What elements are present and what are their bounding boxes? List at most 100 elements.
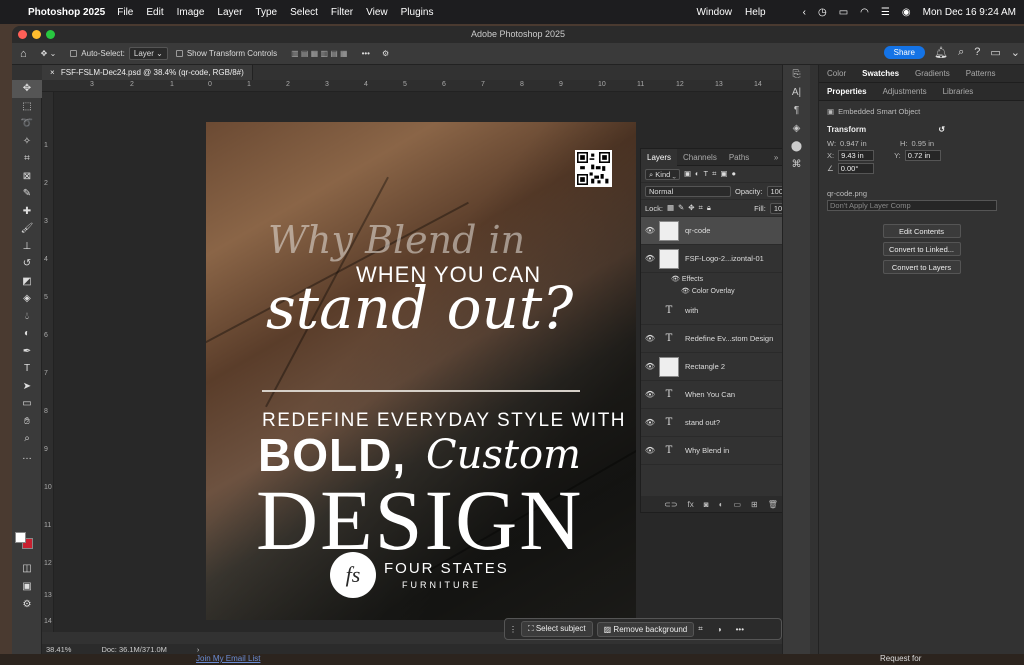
quick-mask-icon[interactable]: ◫	[12, 560, 42, 578]
paths-icon[interactable]: ⌘	[783, 155, 810, 173]
tab-gradients[interactable]: Gradients	[907, 69, 958, 78]
move-tool-icon[interactable]: ✥ ⌄	[41, 49, 57, 58]
gear-icon[interactable]: ⚙	[382, 49, 389, 58]
tab-adjustments[interactable]: Adjustments	[875, 87, 935, 96]
workspace-menu-icon[interactable]: ⌄	[1011, 46, 1020, 59]
height-value[interactable]: 0.95 in	[912, 139, 935, 148]
channels-icon[interactable]: ⬤	[783, 137, 810, 155]
menu-select[interactable]: Select	[290, 7, 318, 18]
history-icon[interactable]: ⎘	[783, 65, 810, 83]
horizontal-ruler[interactable]: 3 2 1 0 1 2 3 4 5 6 7 8 9 10 11 12 13 14	[42, 80, 782, 92]
layers-icon[interactable]: ◈	[783, 119, 810, 137]
paragraph-icon[interactable]: ¶	[783, 101, 810, 119]
email-list-link[interactable]: Join My Email List	[196, 654, 260, 663]
eraser-tool-icon[interactable]: ◩	[12, 273, 42, 291]
bell-icon[interactable]: 🔔︎	[934, 46, 948, 59]
layer-item-rectangle[interactable]: 👁︎ Rectangle 2	[641, 353, 801, 381]
menu-image[interactable]: Image	[177, 7, 205, 18]
convert-to-layers-button[interactable]: Convert to Layers	[882, 260, 961, 274]
add-mask-icon[interactable]: ◙	[704, 500, 709, 509]
time-machine-icon[interactable]: ◷	[818, 7, 827, 18]
x-input[interactable]: 9.43 in	[838, 150, 875, 161]
eye-icon[interactable]: 👁︎	[641, 226, 659, 235]
reset-transform-icon[interactable]: ↺	[938, 125, 945, 134]
close-window-button[interactable]	[18, 30, 27, 39]
auto-select-checkbox[interactable]	[70, 50, 78, 57]
delete-layer-icon[interactable]: 🗑︎	[768, 500, 778, 509]
layer-item-when-you-can[interactable]: 👁︎ T When You Can	[641, 381, 801, 409]
layer-item-stand-out[interactable]: 👁︎ T stand out?	[641, 409, 801, 437]
y-input[interactable]: 0.72 in	[904, 150, 941, 161]
more-options-icon[interactable]: •••	[736, 625, 744, 634]
character-icon[interactable]: A|	[783, 83, 810, 101]
menu-edit[interactable]: Edit	[146, 7, 163, 18]
zoom-tool-icon[interactable]: ⌕	[12, 430, 42, 448]
search-icon[interactable]: ⌕	[958, 46, 964, 59]
minimize-window-button[interactable]	[32, 30, 41, 39]
layer-item-logo[interactable]: 👁︎ FSF-Logo-2...izontal-01 fx	[641, 245, 801, 273]
back-arrow-icon[interactable]: ‹	[803, 7, 806, 18]
menubar-clock[interactable]: Mon Dec 16 9:24 AM	[923, 7, 1016, 18]
crop-tool-icon[interactable]: ⌗	[12, 150, 42, 168]
width-value[interactable]: 0.947 in	[840, 139, 896, 148]
tab-libraries[interactable]: Libraries	[935, 87, 982, 96]
link-layers-icon[interactable]: ⊂⊃	[664, 500, 677, 509]
battery-icon[interactable]: ▭	[839, 7, 848, 18]
tab-properties[interactable]: Properties	[819, 87, 875, 96]
more-tools-icon[interactable]: …	[12, 448, 42, 466]
layer-color-overlay-row[interactable]: 👁︎ Color Overlay	[641, 285, 801, 297]
siri-icon[interactable]: ◉	[902, 7, 911, 18]
lock-icons[interactable]: ▦✎✥⌗🔒︎	[667, 203, 715, 213]
layer-item-redefine[interactable]: 👁︎ T Redefine Ev...stom Design	[641, 325, 801, 353]
edit-toolbar-icon[interactable]: ⚙	[12, 596, 42, 614]
share-button[interactable]: Share	[883, 46, 925, 59]
eye-icon[interactable]: 👁︎	[641, 254, 659, 263]
select-subject-button[interactable]: ⛶ Select subject	[521, 621, 593, 637]
adjustment-layer-icon[interactable]: ◐	[719, 500, 724, 509]
eye-icon[interactable]: 👁︎	[641, 418, 659, 427]
edit-contents-button[interactable]: Edit Contents	[882, 224, 961, 238]
control-center-icon[interactable]: ☰	[881, 7, 890, 18]
transform-icon[interactable]: ⌗	[698, 624, 703, 634]
eyedropper-tool-icon[interactable]: ✎	[12, 185, 42, 203]
layer-filter-dropdown[interactable]: ⌕ Kind ⌄	[645, 168, 680, 180]
zoom-level[interactable]: 38.41%	[46, 645, 71, 654]
rectangle-tool-icon[interactable]: ▭	[12, 395, 42, 413]
mask-icon[interactable]: ◑	[717, 625, 722, 634]
auto-select-dropdown[interactable]: Layer ⌄	[128, 47, 168, 60]
menu-layer[interactable]: Layer	[217, 7, 242, 18]
eye-icon[interactable]: 👁︎	[641, 362, 659, 371]
eye-icon[interactable]: 👁︎	[641, 334, 659, 343]
screen-mode-icon[interactable]: ▣	[12, 578, 42, 596]
drag-handle-icon[interactable]: ⋮	[509, 625, 517, 634]
angle-input[interactable]: 0.00°	[837, 163, 874, 174]
filter-icons[interactable]: ▣◐T⌗▣●	[684, 169, 740, 179]
layer-item-with[interactable]: T with	[641, 297, 801, 325]
layer-comp-dropdown[interactable]: Don't Apply Layer Comp	[827, 200, 997, 211]
brush-tool-icon[interactable]: 🖌︎	[12, 220, 42, 238]
hand-tool-icon[interactable]: ✋︎	[12, 413, 42, 431]
transform-controls-checkbox[interactable]	[175, 50, 183, 57]
app-name-menu[interactable]: Photoshop 2025	[28, 7, 105, 18]
home-icon[interactable]: ⌂	[20, 48, 27, 60]
tab-channels[interactable]: Channels	[677, 153, 723, 162]
magic-wand-tool-icon[interactable]: ✧	[12, 133, 42, 151]
tab-patterns[interactable]: Patterns	[958, 69, 1004, 78]
eye-icon[interactable]: 👁︎	[641, 446, 659, 455]
move-tool-icon[interactable]: ✥	[12, 80, 42, 98]
menu-help[interactable]: Help	[745, 7, 766, 18]
lasso-tool-icon[interactable]: ➰	[12, 115, 42, 133]
menu-type[interactable]: Type	[255, 7, 277, 18]
layer-item-qr-code[interactable]: 👁︎ qr-code	[641, 217, 801, 245]
tab-layers[interactable]: Layers	[641, 148, 678, 166]
wifi-icon[interactable]: ◠	[860, 7, 869, 18]
document-tab[interactable]: × FSF-FSLM-Dec24.psd @ 38.4% (qr-code, R…	[42, 65, 253, 80]
blur-tool-icon[interactable]: 💧︎	[12, 308, 42, 326]
menu-view[interactable]: View	[366, 7, 388, 18]
blend-mode-dropdown[interactable]: Normal	[645, 185, 731, 197]
new-group-icon[interactable]: ▭	[733, 500, 741, 509]
stamp-tool-icon[interactable]: ⊥	[12, 238, 42, 256]
healing-tool-icon[interactable]: ✚	[12, 203, 42, 221]
tab-swatches[interactable]: Swatches	[854, 69, 907, 78]
menu-filter[interactable]: Filter	[331, 7, 353, 18]
